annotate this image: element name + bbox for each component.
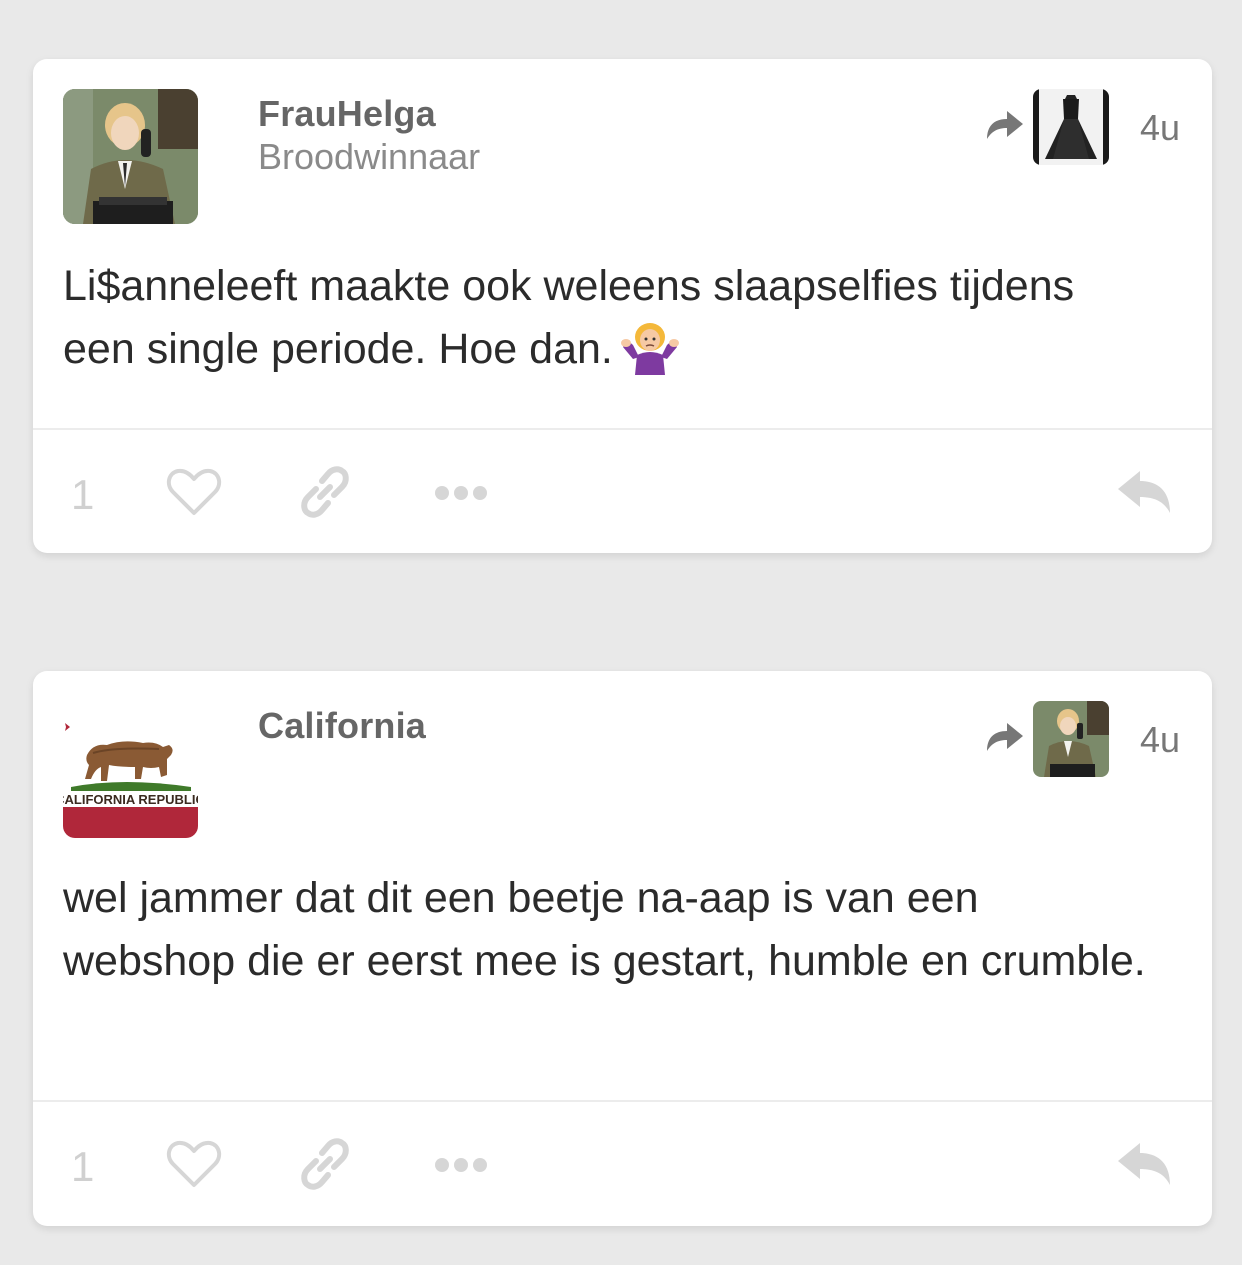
action-bar: 1 — [33, 449, 1212, 539]
avatar[interactable]: CALIFORNIA REPUBLIC — [63, 703, 198, 838]
action-bar: 1 — [33, 1121, 1212, 1211]
flag-caption: CALIFORNIA REPUBLIC — [63, 792, 198, 807]
post-body: wel jammer dat dit een beetje na-aap is … — [63, 867, 1152, 993]
link-icon[interactable] — [296, 1135, 354, 1193]
reply-target-thumbnail[interactable] — [1033, 701, 1109, 777]
reply-to-icon — [987, 723, 1023, 751]
portrait-image — [1033, 701, 1109, 777]
heart-icon[interactable] — [166, 467, 222, 517]
portrait-image — [63, 89, 198, 224]
california-flag-image: CALIFORNIA REPUBLIC — [63, 703, 198, 838]
reply-to-icon — [987, 111, 1023, 139]
divider — [33, 1100, 1212, 1102]
post-card: CALIFORNIA REPUBLIC California 4u wel ja… — [33, 671, 1212, 1226]
like-count: 1 — [71, 1143, 95, 1190]
username[interactable]: FrauHelga — [258, 93, 436, 135]
user-subtitle: Broodwinnaar — [258, 136, 481, 177]
post-card: FrauHelga Broodwinnaar 4u Li$anneleeft m… — [33, 59, 1212, 553]
more-options-icon[interactable] — [433, 483, 489, 503]
username[interactable]: California — [258, 705, 426, 747]
more-options-icon[interactable] — [433, 1155, 489, 1175]
woman-shrugging-emoji — [620, 323, 679, 375]
link-icon[interactable] — [296, 463, 354, 521]
reply-icon[interactable] — [1116, 467, 1174, 517]
timestamp: 4u — [1139, 719, 1180, 760]
like-count: 1 — [71, 471, 95, 518]
post-text: wel jammer dat dit een beetje na-aap is … — [63, 874, 1146, 985]
timestamp: 4u — [1139, 107, 1180, 148]
post-body: Li$anneleeft maakte ook weleens slaapsel… — [63, 255, 1152, 381]
divider — [33, 428, 1212, 430]
reply-icon[interactable] — [1116, 1139, 1174, 1189]
heart-icon[interactable] — [166, 1139, 222, 1189]
post-text: Li$anneleeft maakte ook weleens slaapsel… — [63, 262, 1075, 373]
dress-image — [1033, 89, 1109, 165]
reply-target-thumbnail[interactable] — [1033, 89, 1109, 165]
avatar[interactable] — [63, 89, 198, 224]
